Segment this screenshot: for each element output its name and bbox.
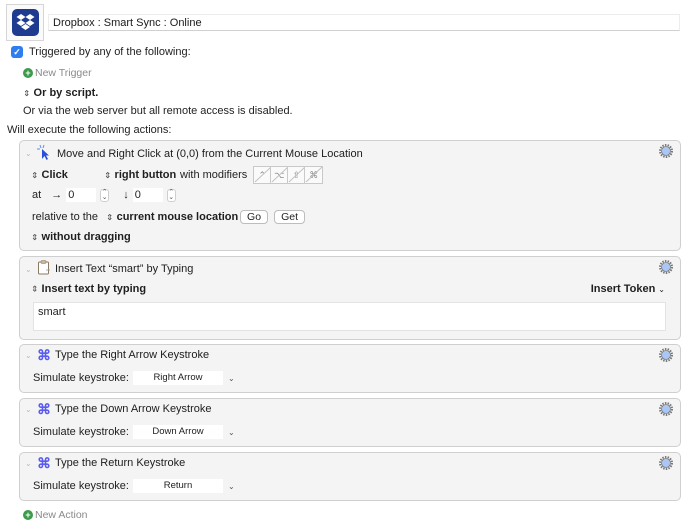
- gear-icon[interactable]: [659, 144, 673, 158]
- coordinates-row: at → 0 ⌃ ⌄ ↓ 0 ⌃ ⌄: [32, 188, 176, 202]
- web-server-note: Or via the web server but all remote acc…: [23, 105, 293, 117]
- action-title: Type the Down Arrow Keystroke: [55, 403, 212, 415]
- modifier-buttons: ⌃ ⌥ ⇧ ⌘: [253, 166, 324, 184]
- chevron-down-icon[interactable]: ⌄: [228, 482, 235, 491]
- down-arrow-icon: ↓: [123, 189, 129, 201]
- action-title: Move and Right Click at (0,0) from the C…: [57, 147, 363, 160]
- dropbox-icon: [12, 9, 39, 36]
- gear-icon[interactable]: [659, 260, 673, 274]
- disclosure-icon[interactable]: ⌄: [25, 351, 35, 360]
- click-row: ⇕ Click ⇕ right button with modifiers ⌃ ⌥ …: [31, 166, 324, 184]
- action-title: Type the Right Arrow Keystroke: [55, 349, 210, 361]
- new-trigger-button[interactable]: + New Trigger: [23, 67, 92, 79]
- keystroke-field[interactable]: Right Arrow: [133, 371, 223, 385]
- action-keystroke-return[interactable]: ⌄ ⌘ Type the Return Keystroke Simulate k…: [19, 452, 681, 501]
- disclosure-icon[interactable]: ⌄: [25, 405, 35, 414]
- action-title: Type the Return Keystroke: [55, 457, 186, 469]
- action-header: ⌄ Insert Text “smart” by Typing: [25, 260, 193, 278]
- triggered-checkbox[interactable]: ✓: [11, 46, 23, 58]
- x-coordinate-field[interactable]: 0: [66, 188, 97, 202]
- triggered-label: Triggered by any of the following:: [29, 46, 191, 58]
- shift-modifier-toggle[interactable]: ⇧: [288, 167, 306, 183]
- gear-icon[interactable]: [659, 348, 673, 362]
- plus-circle-icon: +: [23, 510, 33, 520]
- get-button[interactable]: Get: [274, 210, 305, 224]
- new-trigger-label: New Trigger: [35, 67, 92, 79]
- or-by-script-popup[interactable]: ⇕ Or by script.: [23, 87, 98, 99]
- keystroke-row: Simulate keystroke: Down Arrow ⌄: [33, 425, 235, 439]
- macro-icon-well[interactable]: [6, 4, 44, 41]
- click-type-popup[interactable]: ⇕ Click: [31, 169, 104, 181]
- gear-icon[interactable]: [659, 402, 673, 416]
- text-to-insert-field[interactable]: smart: [33, 302, 666, 331]
- insert-mode-popup[interactable]: ⇕ Insert text by typing: [31, 283, 146, 295]
- keystroke-row: Simulate keystroke: Right Arrow ⌄: [33, 371, 235, 385]
- plus-circle-icon: +: [23, 68, 33, 78]
- y-coordinate-field[interactable]: 0: [132, 188, 163, 202]
- command-key-icon: ⌘: [37, 455, 51, 471]
- action-keystroke-down-arrow[interactable]: ⌄ ⌘ Type the Down Arrow Keystroke Simula…: [19, 398, 681, 447]
- keystroke-field[interactable]: Down Arrow: [133, 425, 223, 439]
- command-modifier-toggle[interactable]: ⌘: [305, 167, 322, 183]
- updown-icon: ⇕: [23, 88, 31, 98]
- chevron-down-icon: ⌄: [658, 284, 665, 294]
- with-modifiers-label: with modifiers: [180, 169, 248, 181]
- new-action-label: New Action: [35, 509, 88, 521]
- chevron-down-icon[interactable]: ⌄: [228, 428, 235, 437]
- option-modifier-toggle[interactable]: ⌥: [271, 167, 289, 183]
- gear-icon[interactable]: [659, 456, 673, 470]
- action-keystroke-right-arrow[interactable]: ⌄ ⌘ Type the Right Arrow Keystroke Simul…: [19, 344, 681, 393]
- disclosure-icon[interactable]: ⌄: [25, 265, 35, 274]
- right-arrow-icon: →: [51, 189, 63, 201]
- mouse-button-popup[interactable]: ⇕ right button: [104, 169, 180, 181]
- disclosure-icon[interactable]: ⌄: [25, 149, 35, 158]
- go-button[interactable]: Go: [240, 210, 269, 224]
- action-title: Insert Text “smart” by Typing: [55, 263, 194, 275]
- insert-token-menu[interactable]: Insert Token ⌄: [591, 283, 665, 295]
- simulate-keystroke-label: Simulate keystroke:: [33, 480, 129, 492]
- keystroke-field[interactable]: Return: [133, 479, 223, 493]
- relative-to-popup[interactable]: ⇕ current mouse location: [106, 211, 240, 223]
- command-key-icon: ⌘: [37, 401, 51, 417]
- macro-name-field[interactable]: Dropbox : Smart Sync : Online: [48, 14, 680, 31]
- action-header: ⌄ ⌘ Type the Down Arrow Keystroke: [25, 402, 212, 416]
- action-header: ⌄ ⌘ Type the Right Arrow Keystroke: [25, 348, 209, 362]
- control-modifier-toggle[interactable]: ⌃: [254, 167, 272, 183]
- relative-row: relative to the ⇕ current mouse location …: [32, 210, 305, 224]
- keystroke-row: Simulate keystroke: Return ⌄: [33, 479, 235, 493]
- clipboard-icon: [37, 260, 55, 278]
- action-insert-text[interactable]: ⌄ Insert Text “smart” by Typing ⇕ Insert …: [19, 256, 681, 340]
- chevron-down-icon[interactable]: ⌄: [228, 374, 235, 383]
- simulate-keystroke-label: Simulate keystroke:: [33, 426, 129, 438]
- mouse-click-icon: [37, 144, 55, 163]
- y-stepper[interactable]: ⌃ ⌄: [166, 188, 176, 202]
- relative-label: relative to the: [32, 211, 99, 223]
- drag-mode-popup[interactable]: ⇕ without dragging: [31, 231, 131, 243]
- x-stepper[interactable]: ⌃ ⌄: [100, 188, 110, 202]
- simulate-keystroke-label: Simulate keystroke:: [33, 372, 129, 384]
- actions-heading: Will execute the following actions:: [7, 124, 172, 136]
- command-key-icon: ⌘: [37, 347, 51, 363]
- new-action-button[interactable]: + New Action: [23, 509, 88, 521]
- triggered-by-row: ✓ Triggered by any of the following:: [11, 46, 191, 58]
- action-header: ⌄ ⌘ Type the Return Keystroke: [25, 456, 185, 470]
- action-move-click[interactable]: ⌄ Move and Right Click at (0,0) from the…: [19, 140, 681, 251]
- disclosure-icon[interactable]: ⌄: [25, 459, 35, 468]
- at-label: at: [32, 189, 42, 201]
- action-header: ⌄ Move and Right Click at (0,0) from the…: [25, 144, 363, 163]
